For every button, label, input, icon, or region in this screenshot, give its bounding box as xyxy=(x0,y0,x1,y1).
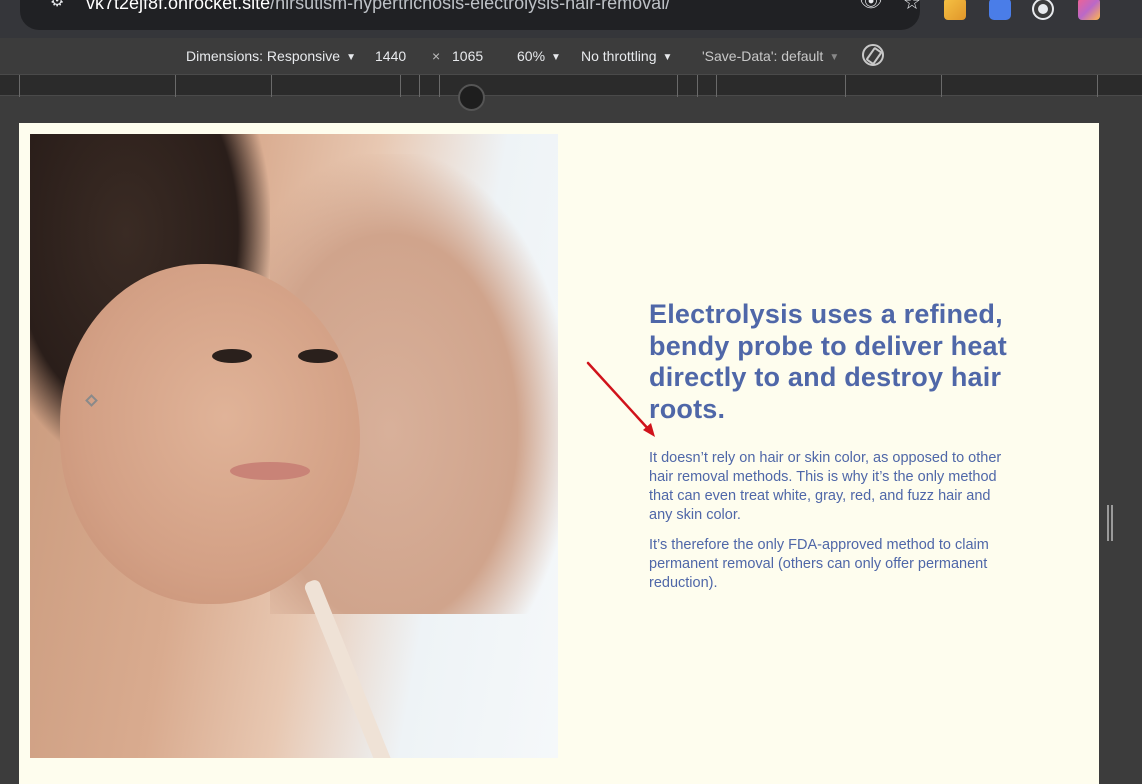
browser-top-bar: ⚙ vk7t2ejf8f.onrocket.site/hirsutism-hyp… xyxy=(0,0,1142,38)
headline: Electrolysis uses a refined, bendy probe… xyxy=(649,299,1007,424)
ruler-tick xyxy=(1097,75,1098,97)
caret-down-icon: ▼ xyxy=(662,52,673,63)
tune-icon[interactable]: ⚙ xyxy=(50,0,70,12)
annotation-arrow-icon xyxy=(586,361,655,437)
ruler-tick xyxy=(677,75,678,97)
ruler-tick xyxy=(271,75,272,97)
photo-eye xyxy=(212,349,252,363)
ruler-tick xyxy=(941,75,942,97)
save-data-dropdown[interactable]: 'Save-Data': default ▼ xyxy=(702,47,839,65)
page-viewport[interactable]: Electrolysis uses a refined, bendy probe… xyxy=(19,123,1099,784)
ruler-tick xyxy=(400,75,401,97)
zoom-dropdown[interactable]: 60% ▼ xyxy=(517,47,561,65)
width-input[interactable]: 1440 xyxy=(375,47,406,65)
ruler-tick xyxy=(419,75,420,97)
ruler-tick xyxy=(19,75,20,97)
zoom-label: 60% xyxy=(517,48,546,64)
eye-off-icon[interactable]: 👁 xyxy=(858,0,884,13)
height-input[interactable]: 1065 xyxy=(452,47,483,65)
star-icon[interactable]: ☆ xyxy=(899,0,925,14)
device-toolbar: Dimensions: Responsive ▼ 1440 × 1065 60% ▼… xyxy=(0,38,1142,74)
url-host: vk7t2ejf8f.onrocket.site xyxy=(86,0,271,13)
dimensions-dropdown[interactable]: Dimensions: Responsive ▼ xyxy=(186,47,356,65)
media-query-ruler[interactable] xyxy=(0,74,1142,97)
grip-line xyxy=(1111,505,1113,541)
caret-down-icon: ▼ xyxy=(551,52,561,63)
caret-down-icon: ▼ xyxy=(829,52,840,63)
save-data-label: 'Save-Data': default xyxy=(702,48,824,64)
ruler-tick xyxy=(175,75,176,97)
woman-portrait-image xyxy=(30,134,558,758)
throttling-dropdown[interactable]: No throttling ▼ xyxy=(581,47,672,65)
resize-handle[interactable] xyxy=(1106,505,1114,541)
ruler-tick xyxy=(845,75,846,97)
extension-files-icon[interactable] xyxy=(989,0,1011,20)
extension-record-icon[interactable] xyxy=(1034,0,1052,18)
throttling-label: No throttling xyxy=(581,48,657,64)
extension-notes-icon[interactable] xyxy=(944,0,966,20)
ruler-tick xyxy=(697,75,698,97)
url-text[interactable]: vk7t2ejf8f.onrocket.site/hirsutism-hyper… xyxy=(86,0,670,14)
content-block: Electrolysis uses a refined, bendy probe… xyxy=(649,299,1009,593)
times-symbol: × xyxy=(432,48,441,64)
dimensions-label: Dimensions: Responsive xyxy=(186,48,341,64)
ruler-tick xyxy=(439,75,440,97)
url-path: /hirsutism-hypertrichosis-electrolysis-h… xyxy=(270,0,671,13)
grip-line xyxy=(1107,505,1109,541)
address-bar[interactable]: ⚙ vk7t2ejf8f.onrocket.site/hirsutism-hyp… xyxy=(20,0,921,30)
ruler-tick xyxy=(716,75,717,97)
extension-color-icon[interactable] xyxy=(1078,0,1100,20)
paragraph-color-independence: It doesn’t rely on hair or skin color, a… xyxy=(649,450,1002,523)
caret-down-icon: ▼ xyxy=(346,52,356,63)
paragraph-fda-approval: It’s therefore the only FDA-approved met… xyxy=(649,537,989,591)
rotate-icon[interactable] xyxy=(862,44,884,66)
device-notch xyxy=(458,84,485,111)
photo-face xyxy=(60,264,360,604)
photo-lips xyxy=(230,462,310,480)
photo-eye xyxy=(298,349,338,363)
